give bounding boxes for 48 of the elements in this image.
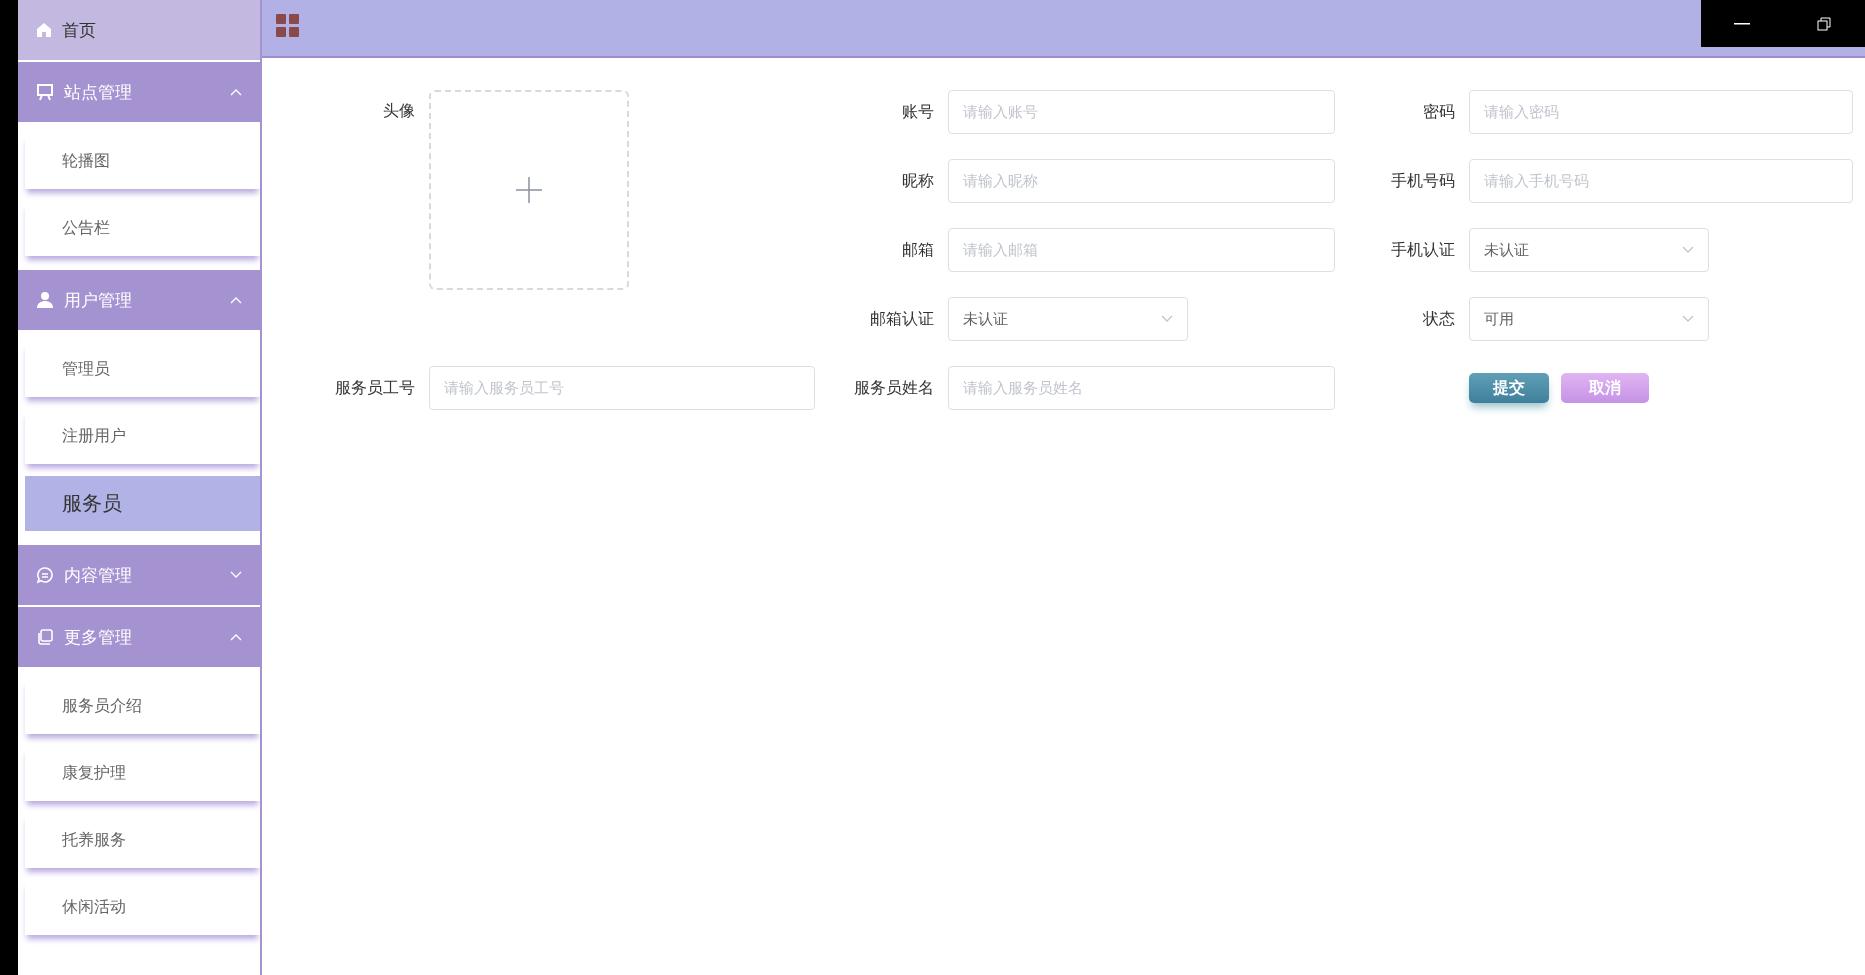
chevron-down-icon bbox=[1161, 315, 1173, 323]
menu-item[interactable]: 注册用户 bbox=[25, 409, 260, 464]
chat-icon bbox=[36, 566, 54, 584]
chevron-up-icon bbox=[230, 633, 242, 641]
submit-button[interactable]: 提交 bbox=[1469, 373, 1549, 403]
menu-item[interactable]: 服务员 bbox=[25, 476, 260, 531]
menu-item[interactable]: 康复护理 bbox=[25, 746, 260, 801]
chevron-down-icon bbox=[1682, 315, 1694, 323]
input-field[interactable]: 请输入服务员姓名 bbox=[948, 366, 1335, 410]
field-label: 邮箱认证 bbox=[870, 308, 935, 330]
restore-icon[interactable] bbox=[1817, 16, 1831, 31]
chevron-down-icon bbox=[230, 571, 242, 579]
field-label: 服务员工号 bbox=[335, 377, 416, 399]
field-label: 邮箱 bbox=[902, 239, 935, 261]
field-label: 账号 bbox=[902, 101, 935, 123]
input-field[interactable]: 请输入服务员工号 bbox=[429, 366, 815, 410]
input-field[interactable]: 请输入账号 bbox=[948, 90, 1335, 134]
select-field[interactable]: 未认证 bbox=[948, 297, 1188, 341]
menu-item[interactable]: 服务员介绍 bbox=[25, 679, 260, 734]
field-label: 手机认证 bbox=[1391, 239, 1456, 261]
user-icon bbox=[36, 291, 54, 309]
menu-item[interactable]: 休闲活动 bbox=[25, 880, 260, 935]
home-menu-item[interactable]: 首页 bbox=[18, 0, 260, 60]
menu-item[interactable]: 管理员 bbox=[25, 342, 260, 397]
home-icon bbox=[36, 22, 52, 38]
field-label: 状态 bbox=[1423, 308, 1456, 330]
menu-item[interactable]: 托养服务 bbox=[25, 813, 260, 868]
field-label: 头像 bbox=[383, 100, 416, 122]
input-field[interactable]: 请输入昵称 bbox=[948, 159, 1335, 203]
input-field[interactable]: 请输入手机号码 bbox=[1469, 159, 1853, 203]
minimize-icon[interactable] bbox=[1734, 22, 1750, 25]
chevron-down-icon bbox=[1682, 246, 1694, 254]
chevron-up-icon bbox=[230, 296, 242, 304]
field-label: 密码 bbox=[1423, 101, 1456, 123]
field-label: 手机号码 bbox=[1391, 170, 1456, 192]
plus-icon bbox=[515, 176, 543, 204]
chevron-up-icon bbox=[230, 88, 242, 96]
input-field[interactable]: 请输入邮箱 bbox=[948, 228, 1335, 272]
menu-item[interactable]: 轮播图 bbox=[25, 134, 260, 189]
select-field[interactable]: 可用 bbox=[1469, 297, 1709, 341]
board-icon bbox=[36, 83, 54, 101]
menu-item[interactable]: 公告栏 bbox=[25, 201, 260, 256]
select-field[interactable]: 未认证 bbox=[1469, 228, 1709, 272]
field-label: 服务员姓名 bbox=[854, 377, 935, 399]
input-field[interactable]: 请输入密码 bbox=[1469, 90, 1853, 134]
grid-icon[interactable] bbox=[276, 14, 300, 38]
field-label: 昵称 bbox=[902, 170, 935, 192]
copy-icon bbox=[36, 628, 54, 646]
